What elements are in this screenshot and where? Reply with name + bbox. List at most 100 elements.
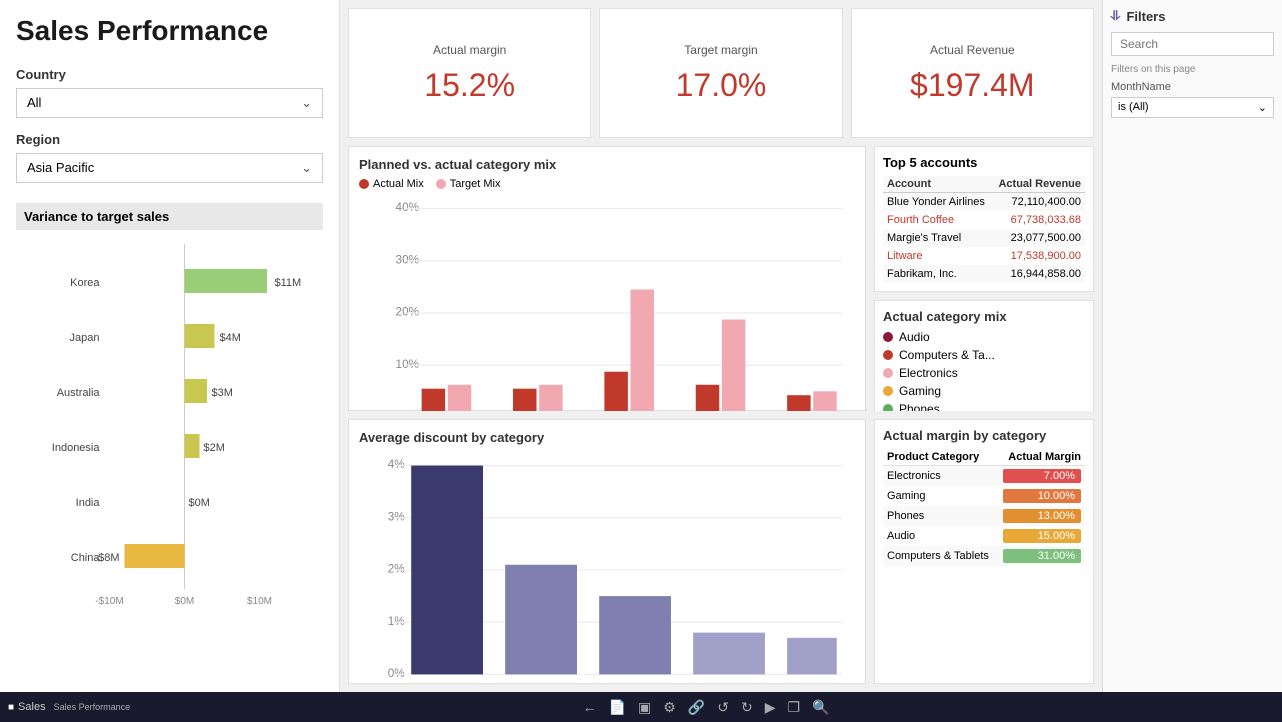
chevron-down-icon-3: ⌄ <box>1258 101 1267 114</box>
top5-title: Top 5 accounts <box>883 155 1085 170</box>
legend-label: Computers & Ta... <box>899 348 995 362</box>
settings-icon[interactable]: ⚙ <box>663 699 676 716</box>
filters-header: ⥥ Filters <box>1111 8 1274 24</box>
top5-row: Fabrikam, Inc.16,944,858.00 <box>883 265 1085 283</box>
save-icon[interactable]: ▣ <box>638 699 651 716</box>
planned-vs-actual-title: Planned vs. actual category mix <box>359 157 855 172</box>
kpi-actual-margin: Actual margin 15.2% <box>348 8 591 138</box>
margin-row: Phones13.00% <box>883 506 1085 526</box>
filters-sidebar: ⥥ Filters Filters on this page MonthName… <box>1102 0 1282 692</box>
play-icon[interactable]: ▶ <box>765 699 776 716</box>
account-cell: Litware <box>883 247 992 265</box>
actual-margin-label: Actual margin <box>433 43 506 57</box>
svg-text:Indonesia: Indonesia <box>52 442 101 454</box>
margin-table: Product Category Actual Margin Electroni… <box>883 449 1085 566</box>
variance-title: Variance to target sales <box>16 203 323 230</box>
charts-row-1: Planned vs. actual category mix Actual M… <box>348 146 1094 411</box>
account-cell: Fabrikam, Inc. <box>883 265 992 283</box>
avg-discount-svg: 4% 3% 2% 1% 0% <box>359 451 855 684</box>
legend-item: Computers & Ta... <box>883 348 1085 362</box>
region-dropdown[interactable]: Asia Pacific ⌄ <box>16 153 323 183</box>
svg-text:$4M: $4M <box>220 332 241 344</box>
filters-label: Filters <box>1126 9 1165 24</box>
svg-text:30%: 30% <box>396 253 420 266</box>
kpi-row: Actual margin 15.2% Target margin 17.0% … <box>348 8 1094 138</box>
svg-text:20%: 20% <box>396 306 420 319</box>
svg-text:$11M: $11M <box>275 277 302 289</box>
category-cell: Computers & Tablets <box>883 546 999 566</box>
top5-panel: Top 5 accounts Account Actual Revenue Bl… <box>874 146 1094 292</box>
svg-text:-$10M: -$10M <box>95 596 123 607</box>
region-value: Asia Pacific <box>27 160 94 175</box>
actual-mix-title: Actual category mix <box>883 309 1085 324</box>
svg-text:4%: 4% <box>388 458 406 471</box>
top5-row: Litware17,538,900.00 <box>883 247 1085 265</box>
target-margin-label: Target margin <box>684 43 757 57</box>
actual-mix-dot <box>359 179 369 189</box>
margin-cell: 13.00% <box>999 506 1085 526</box>
svg-text:0%: 0% <box>396 410 414 411</box>
svg-text:$3M: $3M <box>212 387 233 399</box>
charts-row-2: Average discount by category 4% 3% 2% 1%… <box>348 419 1094 684</box>
category-cell: Audio <box>883 526 999 546</box>
svg-text:0%: 0% <box>388 667 406 680</box>
link-icon[interactable]: 🔗 <box>688 699 705 716</box>
svg-text:40%: 40% <box>396 201 420 214</box>
svg-text:3%: 3% <box>388 510 406 523</box>
legend-color-dot <box>883 386 893 396</box>
chevron-down-icon-2: ⌄ <box>301 160 312 176</box>
fullscreen-icon[interactable]: ❐ <box>788 699 801 716</box>
category-cell: Electronics <box>883 466 999 487</box>
month-filter-value: is (All) <box>1118 101 1149 114</box>
taskbar-page-name: Sales Performance <box>54 702 131 712</box>
taskbar: ■ Sales Sales Performance ← 📄 ▣ ⚙ 🔗 ↺ ↻ … <box>0 692 1282 722</box>
back-icon[interactable]: ← <box>583 699 597 715</box>
country-label: Country <box>16 67 323 82</box>
redo-icon[interactable]: ↻ <box>741 699 753 716</box>
revenue-cell: 23,077,500.00 <box>992 229 1085 247</box>
month-filter-dropdown[interactable]: is (All) ⌄ <box>1111 97 1274 118</box>
legend-label: Phones <box>899 402 940 411</box>
target-mix-legend: Target Mix <box>450 178 501 190</box>
svg-text:Australia: Australia <box>57 387 101 399</box>
margin-cell: 15.00% <box>999 526 1085 546</box>
taskbar-sales-icon: ■ <box>8 702 14 713</box>
svg-text:$10M: $10M <box>247 596 272 607</box>
svg-text:India: India <box>76 497 101 509</box>
filter-search-input[interactable] <box>1111 32 1274 56</box>
account-cell: Blue Yonder Airlines <box>883 193 992 212</box>
svg-text:-$8M: -$8M <box>94 552 119 564</box>
taskbar-center: ← 📄 ▣ ⚙ 🔗 ↺ ↻ ▶ ❐ 🔍 <box>138 699 1274 716</box>
legend-item: Audio <box>883 330 1085 344</box>
svg-text:1%: 1% <box>388 615 406 628</box>
search-icon[interactable]: 🔍 <box>812 699 829 716</box>
planned-vs-actual-panel: Planned vs. actual category mix Actual M… <box>348 146 866 411</box>
legend-item: Gaming <box>883 384 1085 398</box>
svg-text:$2M: $2M <box>204 442 225 454</box>
top5-col-revenue: Actual Revenue <box>992 176 1085 193</box>
account-cell: Margie's Travel <box>883 229 992 247</box>
top5-row: Fourth Coffee67,738,033.68 <box>883 211 1085 229</box>
legend-label: Electronics <box>899 366 958 380</box>
margin-panel: Actual margin by category Product Catego… <box>874 419 1094 684</box>
avg-discount-title: Average discount by category <box>359 430 855 445</box>
svg-text:$0M: $0M <box>189 497 210 509</box>
category-cell: Gaming <box>883 486 999 506</box>
target-margin-value: 17.0% <box>676 67 767 104</box>
margin-col-product: Product Category <box>883 449 999 466</box>
sidebar: Sales Performance Country All ⌄ Region A… <box>0 0 340 692</box>
margin-row: Gaming10.00% <box>883 486 1085 506</box>
actual-revenue-value: $197.4M <box>910 67 1035 104</box>
kpi-actual-revenue: Actual Revenue $197.4M <box>851 8 1094 138</box>
undo-icon[interactable]: ↺ <box>717 699 729 716</box>
svg-text:$0M: $0M <box>175 596 194 607</box>
category-cell: Phones <box>883 506 999 526</box>
margin-col-margin: Actual Margin <box>999 449 1085 466</box>
file-icon[interactable]: 📄 <box>609 699 626 716</box>
legend-label: Audio <box>899 330 930 344</box>
top5-table: Account Actual Revenue Blue Yonder Airli… <box>883 176 1085 283</box>
planned-vs-actual-svg: 40% 30% 20% 10% 0% <box>359 194 855 411</box>
country-dropdown[interactable]: All ⌄ <box>16 88 323 118</box>
svg-text:2%: 2% <box>388 563 406 576</box>
top5-row: Margie's Travel23,077,500.00 <box>883 229 1085 247</box>
